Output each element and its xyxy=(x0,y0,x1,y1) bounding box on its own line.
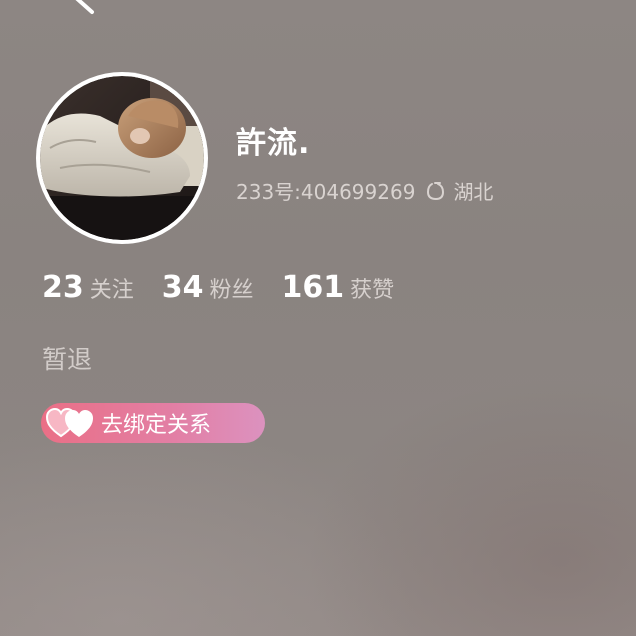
stat-followers[interactable]: 34 粉丝 xyxy=(162,270,254,305)
location-text: 湖北 xyxy=(453,180,494,204)
hearts-icon xyxy=(45,407,93,438)
stat-value: 23 xyxy=(42,270,84,305)
stat-label: 关注 xyxy=(89,278,134,303)
stat-likes[interactable]: 161 获赞 xyxy=(282,270,395,305)
user-id: 233号:404699269 xyxy=(236,180,416,204)
profile-meta-row: 233号:404699269 湖北 xyxy=(236,176,493,205)
location-icon xyxy=(427,181,445,200)
bind-relation-button[interactable]: 去绑定关系 xyxy=(41,403,265,443)
stat-value: 34 xyxy=(161,270,204,305)
bind-relation-label: 去绑定关系 xyxy=(101,413,212,438)
stat-value: 161 xyxy=(281,270,345,305)
avatar-photo xyxy=(40,76,204,240)
stat-label: 粉丝 xyxy=(209,278,254,303)
nickname: 許流. xyxy=(236,126,311,161)
back-arrow-icon[interactable] xyxy=(70,0,100,18)
avatar[interactable] xyxy=(36,72,208,244)
stats-row: 23 关注 34 粉丝 161 获赞 xyxy=(42,270,422,305)
stat-following[interactable]: 23 关注 xyxy=(42,270,134,305)
bio-text: 暂退 xyxy=(42,345,93,374)
stat-label: 获赞 xyxy=(350,278,395,303)
